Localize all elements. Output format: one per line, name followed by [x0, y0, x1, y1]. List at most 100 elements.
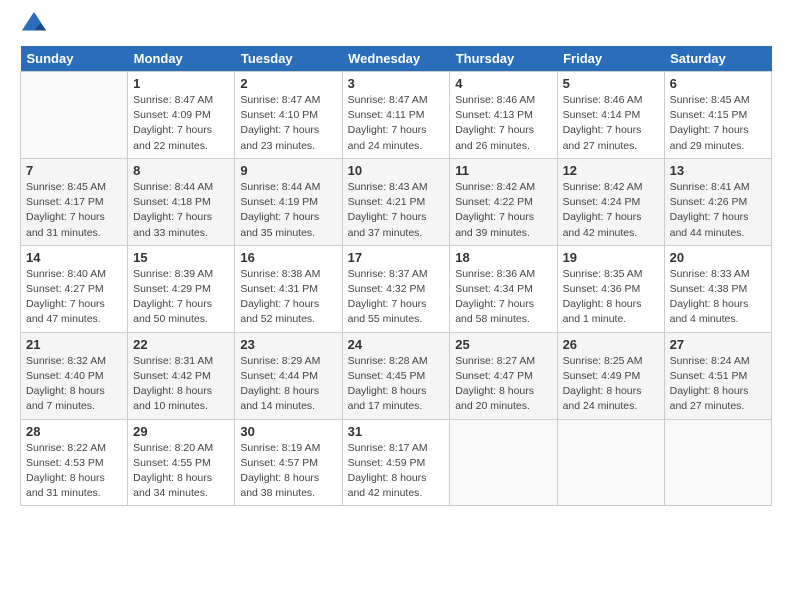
- date-number: 30: [240, 424, 336, 439]
- date-number: 14: [26, 250, 122, 265]
- calendar-cell: 1 Sunrise: 8:47 AMSunset: 4:09 PMDaylight…: [128, 72, 235, 159]
- date-number: 4: [455, 76, 551, 91]
- date-number: 27: [670, 337, 766, 352]
- cell-details: Sunrise: 8:32 AMSunset: 4:40 PMDaylight:…: [26, 354, 122, 415]
- calendar-cell: 31 Sunrise: 8:17 AMSunset: 4:59 PMDayligh…: [342, 419, 450, 506]
- calendar-cell: 28 Sunrise: 8:22 AMSunset: 4:53 PMDayligh…: [21, 419, 128, 506]
- cell-details: Sunrise: 8:28 AMSunset: 4:45 PMDaylight:…: [348, 354, 445, 415]
- cell-details: Sunrise: 8:41 AMSunset: 4:26 PMDaylight:…: [670, 180, 766, 241]
- calendar-cell: 22Sunrise: 8:31 AMSunset: 4:42 PMDayligh…: [128, 332, 235, 419]
- week-row-4: 21Sunrise: 8:32 AMSunset: 4:40 PMDayligh…: [21, 332, 772, 419]
- date-number: 6: [670, 76, 766, 91]
- date-number: 13: [670, 163, 766, 178]
- cell-details: Sunrise: 8:25 AMSunset: 4:49 PMDaylight:…: [563, 354, 659, 415]
- cell-details: Sunrise: 8:19 AMSunset: 4:57 PMDaylight:…: [240, 441, 336, 502]
- date-number: 23: [240, 337, 336, 352]
- week-row-1: 1 Sunrise: 8:47 AMSunset: 4:09 PMDaylight…: [21, 72, 772, 159]
- calendar-cell: 19 Sunrise: 8:35 AMSunset: 4:36 PMDayligh…: [557, 245, 664, 332]
- cell-details: Sunrise: 8:39 AMSunset: 4:29 PMDaylight:…: [133, 267, 229, 328]
- calendar-cell: 20Sunrise: 8:33 AMSunset: 4:38 PMDayligh…: [664, 245, 771, 332]
- date-number: 9: [240, 163, 336, 178]
- day-header-wednesday: Wednesday: [342, 46, 450, 72]
- date-number: 26: [563, 337, 659, 352]
- cell-details: Sunrise: 8:47 AMSunset: 4:11 PMDaylight:…: [348, 93, 445, 154]
- calendar-cell: 27 Sunrise: 8:24 AMSunset: 4:51 PMDayligh…: [664, 332, 771, 419]
- calendar-cell: 21Sunrise: 8:32 AMSunset: 4:40 PMDayligh…: [21, 332, 128, 419]
- date-number: 24: [348, 337, 445, 352]
- date-number: 2: [240, 76, 336, 91]
- calendar-cell: 3 Sunrise: 8:47 AMSunset: 4:11 PMDaylight…: [342, 72, 450, 159]
- date-number: 3: [348, 76, 445, 91]
- cell-details: Sunrise: 8:44 AMSunset: 4:19 PMDaylight:…: [240, 180, 336, 241]
- date-number: 16: [240, 250, 336, 265]
- day-header-tuesday: Tuesday: [235, 46, 342, 72]
- calendar-cell: 16 Sunrise: 8:38 AMSunset: 4:31 PMDayligh…: [235, 245, 342, 332]
- calendar-cell: 7 Sunrise: 8:45 AMSunset: 4:17 PMDaylight…: [21, 158, 128, 245]
- date-number: 8: [133, 163, 229, 178]
- calendar-cell: [664, 419, 771, 506]
- week-row-3: 14 Sunrise: 8:40 AMSunset: 4:27 PMDayligh…: [21, 245, 772, 332]
- calendar-cell: 24 Sunrise: 8:28 AMSunset: 4:45 PMDayligh…: [342, 332, 450, 419]
- cell-details: Sunrise: 8:22 AMSunset: 4:53 PMDaylight:…: [26, 441, 122, 502]
- calendar-cell: 8 Sunrise: 8:44 AMSunset: 4:18 PMDaylight…: [128, 158, 235, 245]
- calendar-cell: 26 Sunrise: 8:25 AMSunset: 4:49 PMDayligh…: [557, 332, 664, 419]
- calendar-cell: 18 Sunrise: 8:36 AMSunset: 4:34 PMDayligh…: [450, 245, 557, 332]
- cell-details: Sunrise: 8:42 AMSunset: 4:22 PMDaylight:…: [455, 180, 551, 241]
- day-header-saturday: Saturday: [664, 46, 771, 72]
- cell-details: Sunrise: 8:43 AMSunset: 4:21 PMDaylight:…: [348, 180, 445, 241]
- logo-icon: [20, 10, 48, 38]
- cell-details: Sunrise: 8:47 AMSunset: 4:10 PMDaylight:…: [240, 93, 336, 154]
- calendar-cell: 10 Sunrise: 8:43 AMSunset: 4:21 PMDayligh…: [342, 158, 450, 245]
- calendar-cell: 15 Sunrise: 8:39 AMSunset: 4:29 PMDayligh…: [128, 245, 235, 332]
- date-number: 12: [563, 163, 659, 178]
- cell-details: Sunrise: 8:20 AMSunset: 4:55 PMDaylight:…: [133, 441, 229, 502]
- calendar-cell: 25 Sunrise: 8:27 AMSunset: 4:47 PMDayligh…: [450, 332, 557, 419]
- day-header-monday: Monday: [128, 46, 235, 72]
- calendar-cell: 13 Sunrise: 8:41 AMSunset: 4:26 PMDayligh…: [664, 158, 771, 245]
- calendar-cell: 30 Sunrise: 8:19 AMSunset: 4:57 PMDayligh…: [235, 419, 342, 506]
- calendar-cell: 5 Sunrise: 8:46 AMSunset: 4:14 PMDaylight…: [557, 72, 664, 159]
- cell-details: Sunrise: 8:45 AMSunset: 4:17 PMDaylight:…: [26, 180, 122, 241]
- calendar-cell: [557, 419, 664, 506]
- day-header-friday: Friday: [557, 46, 664, 72]
- cell-details: Sunrise: 8:24 AMSunset: 4:51 PMDaylight:…: [670, 354, 766, 415]
- date-number: 10: [348, 163, 445, 178]
- calendar-cell: 23 Sunrise: 8:29 AMSunset: 4:44 PMDayligh…: [235, 332, 342, 419]
- cell-details: Sunrise: 8:40 AMSunset: 4:27 PMDaylight:…: [26, 267, 122, 328]
- week-row-5: 28 Sunrise: 8:22 AMSunset: 4:53 PMDayligh…: [21, 419, 772, 506]
- cell-details: Sunrise: 8:36 AMSunset: 4:34 PMDaylight:…: [455, 267, 551, 328]
- week-row-2: 7 Sunrise: 8:45 AMSunset: 4:17 PMDaylight…: [21, 158, 772, 245]
- date-number: 7: [26, 163, 122, 178]
- date-number: 5: [563, 76, 659, 91]
- date-number: 25: [455, 337, 551, 352]
- cell-details: Sunrise: 8:27 AMSunset: 4:47 PMDaylight:…: [455, 354, 551, 415]
- cell-details: Sunrise: 8:33 AMSunset: 4:38 PMDaylight:…: [670, 267, 766, 328]
- page-header: [20, 10, 772, 38]
- cell-details: Sunrise: 8:35 AMSunset: 4:36 PMDaylight:…: [563, 267, 659, 328]
- cell-details: Sunrise: 8:38 AMSunset: 4:31 PMDaylight:…: [240, 267, 336, 328]
- calendar-cell: 12Sunrise: 8:42 AMSunset: 4:24 PMDayligh…: [557, 158, 664, 245]
- date-number: 18: [455, 250, 551, 265]
- date-number: 19: [563, 250, 659, 265]
- calendar-cell: [450, 419, 557, 506]
- date-number: 28: [26, 424, 122, 439]
- calendar-cell: 2 Sunrise: 8:47 AMSunset: 4:10 PMDaylight…: [235, 72, 342, 159]
- logo: [20, 10, 50, 38]
- date-number: 15: [133, 250, 229, 265]
- calendar-cell: 17Sunrise: 8:37 AMSunset: 4:32 PMDayligh…: [342, 245, 450, 332]
- calendar-cell: [21, 72, 128, 159]
- calendar-cell: 6Sunrise: 8:45 AMSunset: 4:15 PMDaylight…: [664, 72, 771, 159]
- cell-details: Sunrise: 8:44 AMSunset: 4:18 PMDaylight:…: [133, 180, 229, 241]
- cell-details: Sunrise: 8:46 AMSunset: 4:13 PMDaylight:…: [455, 93, 551, 154]
- cell-details: Sunrise: 8:46 AMSunset: 4:14 PMDaylight:…: [563, 93, 659, 154]
- cell-details: Sunrise: 8:47 AMSunset: 4:09 PMDaylight:…: [133, 93, 229, 154]
- calendar-cell: 4 Sunrise: 8:46 AMSunset: 4:13 PMDaylight…: [450, 72, 557, 159]
- day-header-sunday: Sunday: [21, 46, 128, 72]
- calendar-cell: 11Sunrise: 8:42 AMSunset: 4:22 PMDayligh…: [450, 158, 557, 245]
- cell-details: Sunrise: 8:29 AMSunset: 4:44 PMDaylight:…: [240, 354, 336, 415]
- date-number: 31: [348, 424, 445, 439]
- cell-details: Sunrise: 8:17 AMSunset: 4:59 PMDaylight:…: [348, 441, 445, 502]
- header-row: SundayMondayTuesdayWednesdayThursdayFrid…: [21, 46, 772, 72]
- date-number: 1: [133, 76, 229, 91]
- date-number: 17: [348, 250, 445, 265]
